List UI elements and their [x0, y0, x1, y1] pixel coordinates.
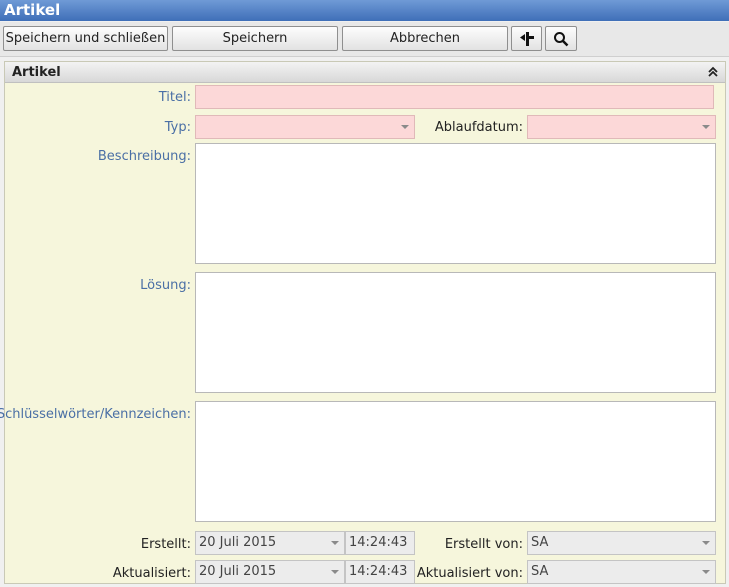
section-title: Artikel — [12, 65, 61, 80]
pin-button[interactable] — [511, 26, 542, 51]
updated-by-label: Aktualisiert von: — [416, 566, 523, 581]
expiry-date-label: Ablaufdatum: — [434, 120, 523, 135]
article-section: Artikel Titel: Typ: Ablaufdatum: Beschre… — [0, 61, 726, 584]
created-time-field[interactable]: 14:24:43 — [345, 531, 415, 555]
updated-label: Aktualisiert: — [112, 566, 191, 581]
section-header[interactable]: Artikel — [5, 62, 725, 83]
chevron-down-icon — [331, 570, 339, 574]
description-label: Beschreibung: — [97, 149, 191, 164]
pin-icon — [519, 31, 534, 46]
title-label: Titel: — [158, 90, 191, 105]
updated-by-select[interactable]: SA — [527, 560, 716, 584]
title-field[interactable] — [195, 85, 714, 109]
save-and-close-button[interactable]: Speichern und schließen — [3, 26, 168, 51]
double-chevron-up-icon[interactable] — [707, 66, 719, 78]
save-button[interactable]: Speichern — [172, 26, 338, 51]
created-by-label: Erstellt von: — [444, 537, 523, 552]
keywords-label: Schlüsselwörter/Kennzeichen: — [0, 407, 191, 422]
created-by-value: SA — [531, 535, 549, 550]
search-button[interactable] — [545, 26, 577, 51]
created-label: Erstellt: — [140, 537, 191, 552]
created-date-field[interactable]: 20 Juli 2015 — [195, 531, 345, 555]
window-title: Artikel — [0, 0, 729, 21]
chevron-down-icon — [331, 541, 339, 545]
chevron-down-icon — [702, 125, 710, 129]
expiry-date-select[interactable] — [527, 115, 716, 139]
type-label: Typ: — [164, 120, 191, 135]
updated-time-field[interactable]: 14:24:43 — [345, 560, 415, 584]
chevron-down-icon — [702, 570, 710, 574]
toolbar: Speichern und schließen Speichern Abbrec… — [0, 22, 729, 57]
solution-label: Lösung: — [140, 278, 191, 293]
description-textarea[interactable] — [195, 143, 716, 264]
updated-date-value: 20 Juli 2015 — [199, 564, 277, 579]
updated-date-field[interactable]: 20 Juli 2015 — [195, 560, 345, 584]
chevron-down-icon — [401, 125, 409, 129]
type-select[interactable] — [195, 115, 415, 139]
cancel-button[interactable]: Abbrechen — [342, 26, 508, 51]
updated-time-value: 14:24:43 — [349, 564, 408, 579]
search-icon — [554, 31, 569, 46]
created-date-value: 20 Juli 2015 — [199, 535, 277, 550]
created-time-value: 14:24:43 — [349, 535, 408, 550]
updated-by-value: SA — [531, 564, 549, 579]
keywords-textarea[interactable] — [195, 401, 716, 522]
created-by-select[interactable]: SA — [527, 531, 716, 555]
chevron-down-icon — [702, 541, 710, 545]
solution-textarea[interactable] — [195, 272, 716, 393]
